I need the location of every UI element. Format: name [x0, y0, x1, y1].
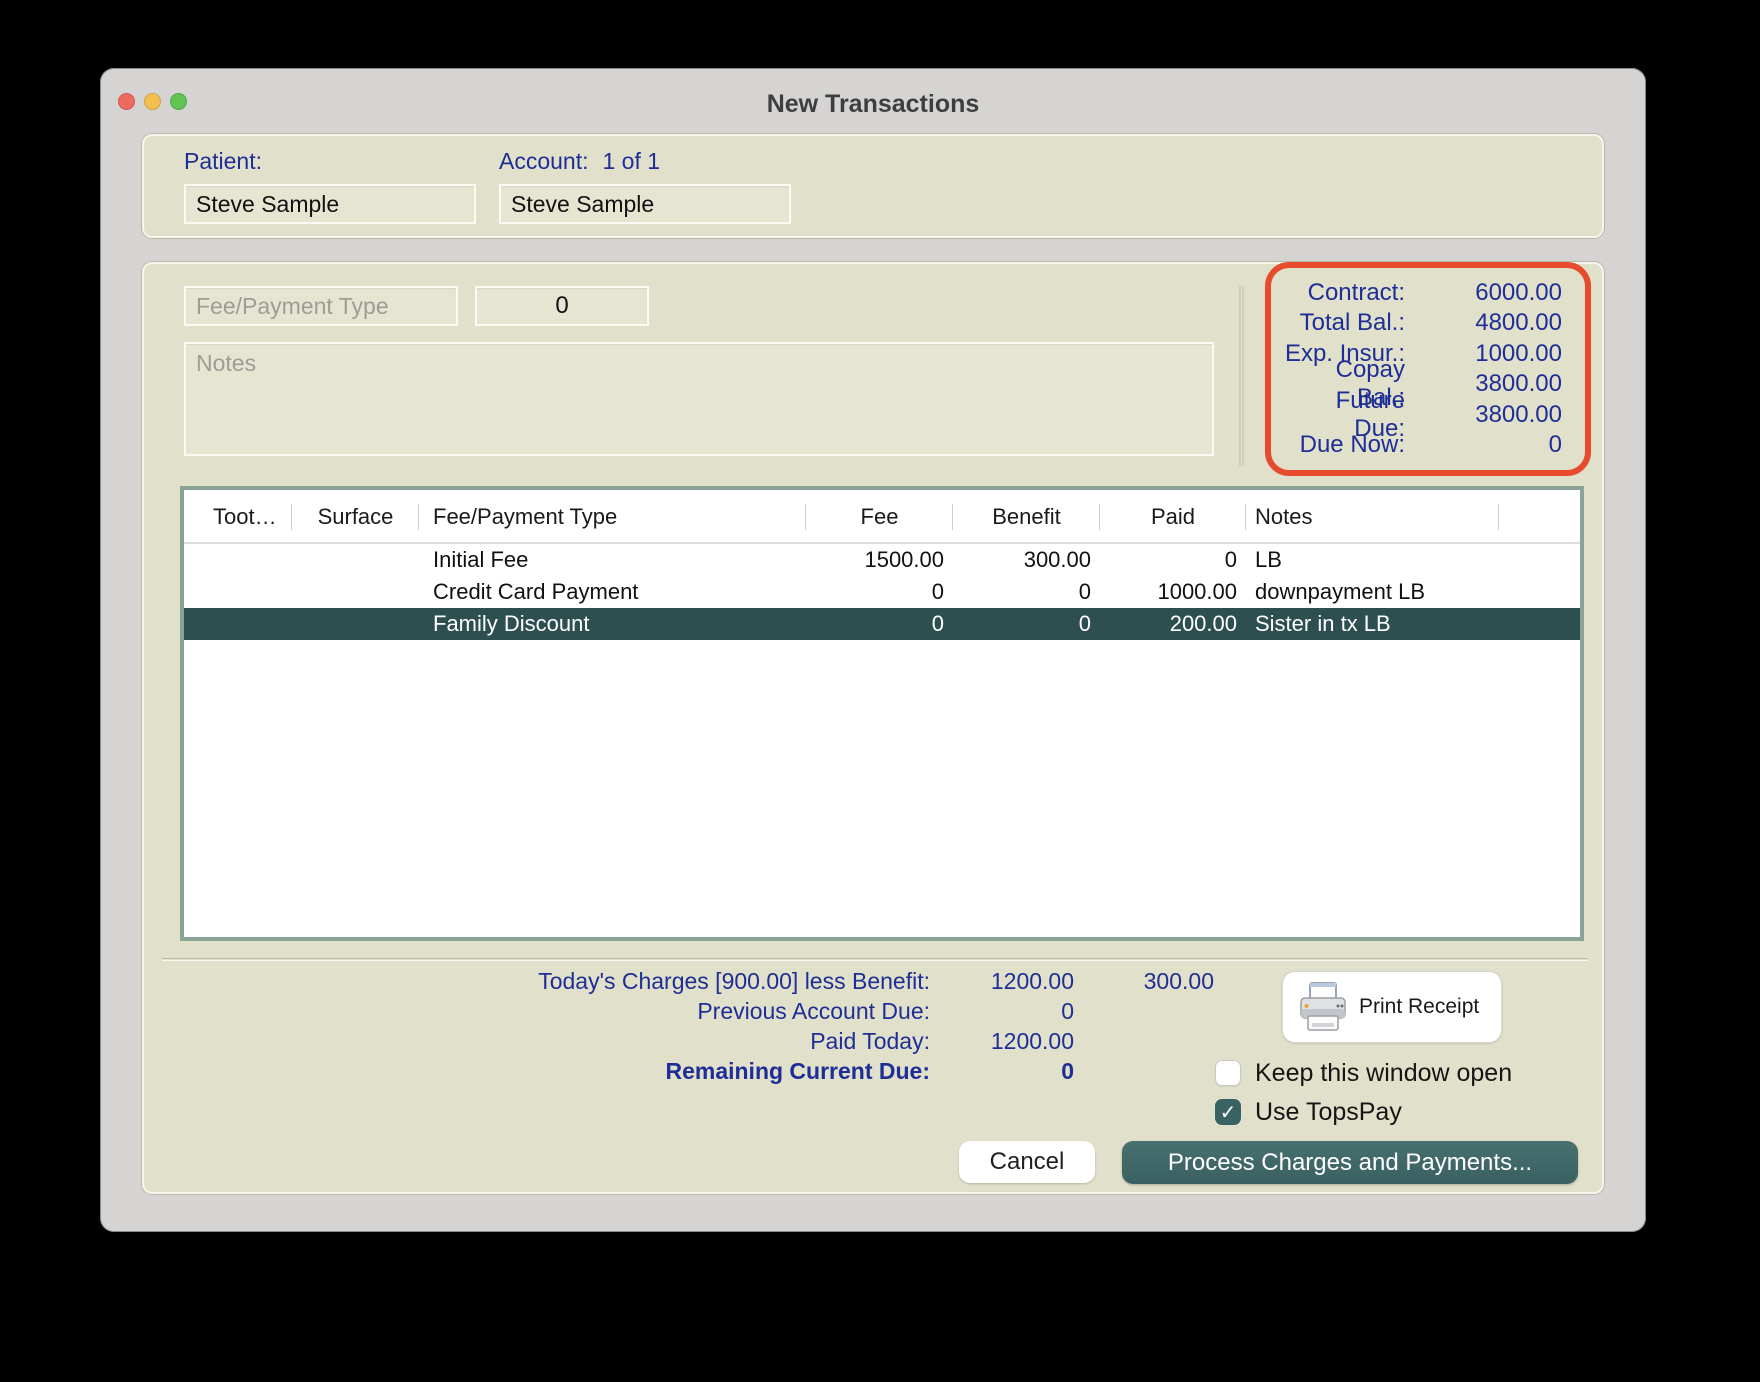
- column-header-spacer: [1499, 490, 1580, 544]
- cell-benefit: 300.00: [1023, 547, 1091, 572]
- previous-due-label: Previous Account Due:: [697, 997, 930, 1024]
- column-header-paid[interactable]: Paid: [1100, 490, 1246, 544]
- cell-benefit: 0: [1078, 611, 1091, 636]
- table-header-row: Toot… Surface Fee/Payment Type Fee Benef…: [184, 490, 1580, 544]
- cell-benefit: 0: [1078, 579, 1091, 604]
- use-topspay-label: Use TopsPay: [1255, 1097, 1402, 1126]
- cancel-button[interactable]: Cancel: [959, 1141, 1095, 1183]
- cell-type: Credit Card Payment: [433, 579, 639, 604]
- amount-input[interactable]: [475, 286, 649, 326]
- use-topspay-checkbox[interactable]: ✓: [1215, 1099, 1241, 1125]
- balance-row-due-now: Due Now: 0: [1281, 431, 1562, 460]
- patient-name-field: Steve Sample: [184, 184, 476, 224]
- column-header-fee[interactable]: Fee: [806, 490, 953, 544]
- new-transactions-window: New Transactions Patient: Account: 1 of 1…: [100, 68, 1646, 1232]
- table-row-selected[interactable]: Family Discount 0 0 200.00 Sister in tx …: [184, 608, 1580, 640]
- summary-row-remaining-due: Remaining Current Due: 0: [402, 1056, 1214, 1086]
- paid-today-value: 1200.00: [990, 1027, 1074, 1054]
- account-count: 1 of 1: [602, 148, 661, 174]
- contract-label: Contract:: [1307, 278, 1405, 306]
- column-header-tooth[interactable]: Toot…: [184, 490, 292, 544]
- cell-notes: downpayment LB: [1255, 579, 1425, 604]
- printer-icon: [1300, 982, 1346, 1031]
- due-now-label: Due Now:: [1299, 431, 1405, 459]
- copay-bal-value: 3800.00: [1475, 370, 1562, 398]
- charges-value: 1200.00: [990, 967, 1074, 994]
- cell-fee: 0: [931, 611, 944, 636]
- cell-paid: 200.00: [1169, 611, 1237, 636]
- paid-today-label: Paid Today:: [810, 1027, 930, 1054]
- window-title: New Transactions: [766, 90, 980, 118]
- account-label-text: Account:: [499, 148, 589, 174]
- table-row[interactable]: Credit Card Payment 0 0 1000.00 downpaym…: [184, 576, 1580, 608]
- future-due-value: 3800.00: [1475, 400, 1562, 428]
- cell-type: Initial Fee: [433, 547, 529, 572]
- summary-divider: [162, 958, 1588, 961]
- patient-label: Patient:: [184, 148, 262, 174]
- notes-input[interactable]: [184, 342, 1214, 456]
- summary-row-previous-due: Previous Account Due: 0: [402, 996, 1214, 1026]
- account-label: Account: 1 of 1: [499, 148, 660, 175]
- summary-row-paid-today: Paid Today: 1200.00: [402, 1026, 1214, 1056]
- cell-paid: 1000.00: [1157, 579, 1237, 604]
- cell-paid: 0: [1224, 547, 1237, 572]
- vertical-divider: [1239, 286, 1244, 466]
- cell-fee: 0: [931, 579, 944, 604]
- title-bar: New Transactions: [100, 68, 1646, 124]
- use-topspay-option: ✓ Use TopsPay: [1215, 1097, 1402, 1127]
- summary-row-charges: Today's Charges [900.00] less Benefit: 1…: [402, 966, 1214, 996]
- cell-fee: 1500.00: [864, 547, 944, 572]
- due-now-value: 0: [1548, 431, 1562, 459]
- account-name-field: Steve Sample: [499, 184, 791, 224]
- balance-row-future-due: Future Due: 3800.00: [1281, 387, 1562, 442]
- fee-payment-type-input[interactable]: [184, 286, 458, 326]
- keep-window-open-option: Keep this window open: [1215, 1058, 1512, 1088]
- patient-account-panel: Patient: Account: 1 of 1 Steve Sample Ste…: [142, 134, 1604, 238]
- previous-due-value: 0: [1061, 997, 1074, 1024]
- keep-window-open-checkbox[interactable]: [1215, 1060, 1241, 1086]
- transaction-panel: Contract: 6000.00 Total Bal.: 4800.00 Ex…: [142, 262, 1604, 1194]
- totals-summary: Today's Charges [900.00] less Benefit: 1…: [402, 966, 1214, 1086]
- cell-notes: LB: [1255, 547, 1282, 572]
- column-header-benefit[interactable]: Benefit: [953, 490, 1100, 544]
- contract-value: 6000.00: [1475, 278, 1562, 306]
- charges-benefit-value: 300.00: [1143, 967, 1214, 994]
- balance-row-contract: Contract: 6000.00: [1281, 278, 1562, 307]
- remaining-due-value: 0: [1061, 1057, 1074, 1084]
- transactions-table: Toot… Surface Fee/Payment Type Fee Benef…: [180, 486, 1584, 941]
- balance-row-total-bal: Total Bal.: 4800.00: [1281, 309, 1562, 338]
- charges-label: Today's Charges [900.00] less Benefit:: [538, 967, 930, 994]
- print-receipt-button[interactable]: Print Receipt: [1282, 971, 1502, 1043]
- column-header-fee-payment-type[interactable]: Fee/Payment Type: [419, 490, 806, 544]
- column-header-notes[interactable]: Notes: [1246, 490, 1499, 544]
- balances-highlight-box: Contract: 6000.00 Total Bal.: 4800.00 Ex…: [1265, 262, 1591, 476]
- cell-type: Family Discount: [433, 611, 590, 636]
- cell-notes: Sister in tx LB: [1255, 611, 1391, 636]
- column-header-surface[interactable]: Surface: [292, 490, 419, 544]
- process-charges-payments-button[interactable]: Process Charges and Payments...: [1122, 1141, 1578, 1184]
- print-receipt-label: Print Receipt: [1359, 995, 1480, 1018]
- exp-insur-value: 1000.00: [1475, 339, 1562, 367]
- total-bal-value: 4800.00: [1475, 309, 1562, 337]
- remaining-due-label: Remaining Current Due:: [665, 1057, 930, 1084]
- table-row[interactable]: Initial Fee 1500.00 300.00 0 LB: [184, 544, 1580, 576]
- total-bal-label: Total Bal.:: [1299, 309, 1405, 337]
- keep-window-open-label: Keep this window open: [1255, 1058, 1513, 1087]
